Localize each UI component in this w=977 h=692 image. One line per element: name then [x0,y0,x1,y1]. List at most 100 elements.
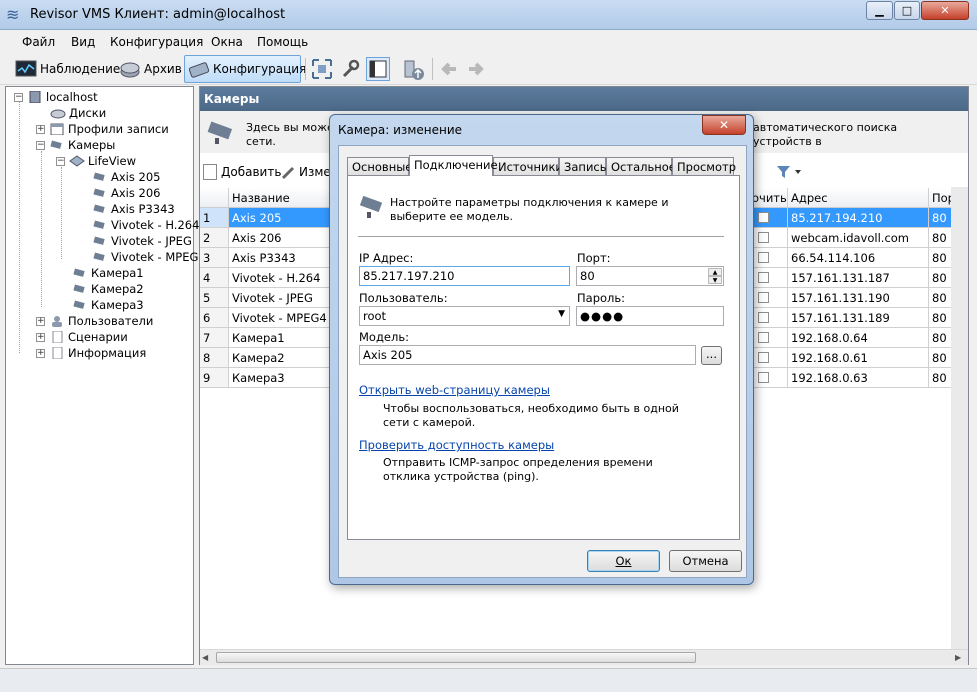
close-button[interactable]: ✕ [921,1,969,20]
tree-item-cameras[interactable]: − Камеры [36,137,115,153]
scroll-left-icon[interactable]: ◀ [202,653,208,662]
config-button[interactable]: Конфигурация [184,55,306,83]
cell-address[interactable]: 157.161.131.189 [788,308,929,328]
expand-icon[interactable]: + [36,332,45,342]
tree-item-profiles[interactable]: + Профили записи [36,121,169,137]
cancel-button[interactable]: Отмена [669,550,742,572]
edit-button[interactable]: Изме [281,164,331,180]
filter-icon[interactable] [775,164,805,183]
menu-view[interactable]: Вид [71,35,95,49]
expand-icon[interactable]: + [36,124,45,134]
open-web-page-link[interactable]: Открыть web-страницу камеры [359,383,550,397]
expand-icon[interactable]: + [36,316,45,326]
column-partial[interactable]: очить [749,188,788,208]
menu-config[interactable]: Конфигурация [110,35,203,49]
menu-windows[interactable]: Окна [211,35,243,49]
check-availability-link[interactable]: Проверить доступность камеры [359,438,554,452]
forward-arrow-icon[interactable] [464,57,488,81]
scroll-thumb[interactable] [216,652,696,663]
cell-checkbox[interactable] [749,368,788,388]
row-number[interactable]: 4 [200,268,229,288]
checkbox[interactable] [758,252,769,263]
tab-other[interactable]: Остальное [606,157,676,175]
back-arrow-icon[interactable] [438,57,462,81]
row-number[interactable]: 7 [200,328,229,348]
cell-checkbox[interactable] [749,268,788,288]
cell-address[interactable]: 157.161.131.190 [788,288,929,308]
vertical-scrollbar[interactable] [951,187,968,649]
tree-item-lifeview[interactable]: − LifeView [56,153,136,169]
cell-address[interactable]: 66.54.114.106 [788,248,929,268]
menu-help[interactable]: Помощь [257,35,308,49]
cell-address[interactable]: 157.161.131.187 [788,268,929,288]
checkbox[interactable] [758,352,769,363]
archive-button[interactable]: Архив [116,55,185,83]
tree-item-camera[interactable]: Axis P3343 [92,201,175,217]
cell-address[interactable]: 192.168.0.63 [788,368,929,388]
monitoring-button[interactable]: Наблюдение [12,55,123,83]
cell-address[interactable]: 85.217.194.210 [788,208,929,228]
checkbox[interactable] [758,332,769,343]
cell-checkbox[interactable] [749,348,788,368]
checkbox[interactable] [758,232,769,243]
tree-item-scenarios[interactable]: + Сценарии [36,329,128,345]
spin-down-icon[interactable]: ▼ [708,276,722,284]
cell-checkbox[interactable] [749,288,788,308]
scroll-right-icon[interactable]: ▶ [955,653,961,662]
cell-address[interactable]: webcam.idavoll.com [788,228,929,248]
panel-icon[interactable] [366,57,390,81]
checkbox[interactable] [758,292,769,303]
tree-item-info[interactable]: + Информация [36,345,146,361]
upload-icon[interactable] [402,57,426,81]
row-number[interactable]: 2 [200,228,229,248]
tree-item-camera[interactable]: Vivotek - JPEG [92,233,192,249]
chevron-down-icon[interactable]: ▼ [558,309,565,319]
collapse-icon[interactable]: − [14,92,23,102]
maximize-button[interactable]: □ [894,1,920,20]
menu-file[interactable]: Файл [22,35,55,49]
spin-up-icon[interactable]: ▲ [708,268,722,276]
row-number[interactable]: 1 [200,208,229,228]
tab-connection[interactable]: Подключение [409,155,498,176]
wrench-icon[interactable] [338,57,362,81]
model-field[interactable]: Axis 205 [359,345,696,365]
user-select[interactable]: root ▼ [359,306,570,326]
tree-item-camera[interactable]: Камера2 [72,281,144,297]
cell-address[interactable]: 192.168.0.61 [788,348,929,368]
cell-checkbox[interactable] [749,328,788,348]
cell-checkbox[interactable] [749,208,788,228]
tree-item-users[interactable]: + Пользователи [36,313,153,329]
port-stepper[interactable]: 80 ▲ ▼ [576,266,724,286]
collapse-icon[interactable]: − [36,140,45,150]
checkbox[interactable] [758,272,769,283]
browse-model-button[interactable]: ... [701,346,722,365]
collapse-icon[interactable]: − [56,156,65,166]
tree-item-localhost[interactable]: − localhost [14,89,98,105]
fullscreen-icon[interactable] [310,57,334,81]
tree-item-camera[interactable]: Axis 206 [92,185,160,201]
horizontal-scrollbar[interactable]: ◀ ▶ [200,649,968,665]
expand-icon[interactable]: + [36,348,45,358]
tree-item-camera[interactable]: Камера1 [72,265,144,281]
tree-item-camera[interactable]: Vivotek - H.264 [92,217,199,233]
tree-item-camera[interactable]: Камера3 [72,297,144,313]
column-address[interactable]: Адрес [788,188,929,208]
cell-checkbox[interactable] [749,248,788,268]
tree-item-camera[interactable]: Vivotek - MPEG4 [92,249,206,265]
ok-button[interactable]: Ок [587,550,660,572]
checkbox[interactable] [758,212,769,223]
password-field[interactable]: ●●●● [576,306,724,326]
tab-basic[interactable]: Основные [347,157,412,175]
row-number[interactable]: 9 [200,368,229,388]
tree-item-disks[interactable]: Диски [50,105,106,121]
cell-address[interactable]: 192.168.0.64 [788,328,929,348]
dialog-close-button[interactable]: ✕ [702,115,746,135]
row-number[interactable]: 6 [200,308,229,328]
row-number[interactable]: 8 [200,348,229,368]
tab-preview[interactable]: Просмотр [672,157,736,175]
cell-checkbox[interactable] [749,308,788,328]
add-button[interactable]: Добавить [203,164,281,180]
tab-sources[interactable]: Источники [493,157,563,175]
ip-address-field[interactable]: 85.217.197.210 [359,266,570,286]
checkbox[interactable] [758,312,769,323]
